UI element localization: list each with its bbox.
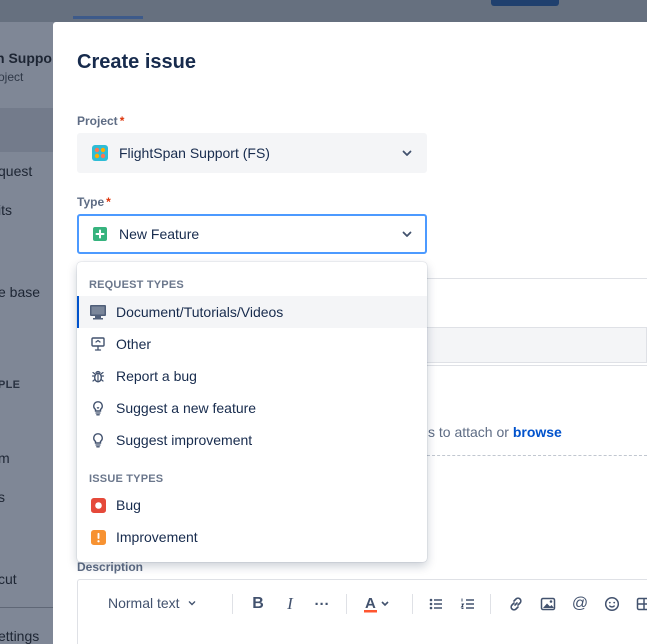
chevron-down-icon — [188, 601, 195, 606]
numbered-list-icon[interactable] — [458, 594, 478, 614]
menu-item-label: Report a bug — [116, 368, 197, 384]
menu-item-label: Suggest improvement — [116, 432, 253, 448]
italic-icon[interactable]: I — [280, 594, 300, 614]
table-icon[interactable] — [634, 594, 647, 614]
description-label: Description — [77, 560, 144, 574]
bold-icon[interactable]: B — [248, 594, 268, 614]
sidebar-item: its — [0, 202, 12, 218]
attachment-dropzone-border — [427, 455, 647, 456]
improvement-icon — [89, 528, 107, 546]
modal-title: Create issue — [77, 51, 196, 73]
type-dropdown-menu: REQUEST TYPES Document/Tutorials/Videos … — [77, 262, 427, 562]
bug-outline-icon — [89, 367, 107, 385]
lightbulb-icon — [89, 399, 107, 417]
sidebar-item: s — [0, 489, 5, 505]
menu-item-label: Improvement — [116, 529, 198, 545]
sidebar-project-name: n Suppo — [0, 50, 52, 66]
sidebar-item: cut — [0, 571, 17, 587]
type-select[interactable]: New Feature — [77, 214, 427, 254]
app-sidebar: n Suppo oject quest its e base PLE m s c… — [0, 22, 53, 644]
menu-item-bug[interactable]: Bug — [77, 489, 427, 521]
svg-text:A: A — [365, 595, 376, 612]
group-heading-request-types: REQUEST TYPES — [89, 279, 184, 291]
mention-icon[interactable]: @ — [570, 594, 590, 614]
sidebar-active-item — [0, 108, 53, 152]
sidebar-divider — [0, 607, 53, 608]
sidebar-item: ettings — [0, 628, 40, 644]
presentation-icon — [89, 335, 107, 353]
project-select[interactable]: FlightSpan Support (FS) — [77, 133, 427, 173]
menu-item-label: Document/Tutorials/Videos — [116, 304, 284, 320]
link-icon[interactable] — [506, 594, 526, 614]
required-mark: * — [106, 195, 111, 209]
editor-toolbar: Normal text B I ··· A @ — [78, 580, 647, 628]
project-avatar-icon — [91, 144, 109, 162]
bullet-list-icon[interactable] — [426, 594, 446, 614]
sidebar-item: e base — [0, 284, 41, 300]
menu-item-report-a-bug[interactable]: Report a bug — [77, 360, 427, 392]
description-editor[interactable]: Normal text B I ··· A @ — [77, 579, 647, 644]
field-divider — [427, 365, 647, 366]
toolbar-separator — [232, 594, 233, 614]
sidebar-section-caption: PLE — [0, 379, 21, 391]
group-heading-issue-types: ISSUE TYPES — [89, 473, 164, 485]
menu-item-improvement[interactable]: Improvement — [77, 521, 427, 553]
type-value: New Feature — [119, 226, 200, 242]
sidebar-project-subtitle: oject — [0, 70, 24, 84]
new-feature-icon — [91, 225, 109, 243]
text-style-label: Normal text — [108, 595, 180, 611]
chevron-down-icon — [402, 231, 412, 237]
emoji-icon[interactable] — [602, 594, 622, 614]
toolbar-separator — [490, 594, 491, 614]
menu-item-document-tutorials-videos[interactable]: Document/Tutorials/Videos — [77, 296, 427, 328]
sidebar-item: m — [0, 450, 10, 466]
menu-item-suggest-improvement[interactable]: Suggest improvement — [77, 424, 427, 456]
menu-item-other[interactable]: Other — [77, 328, 427, 360]
menu-item-label: Suggest a new feature — [116, 400, 257, 416]
menu-item-label: Bug — [116, 497, 141, 513]
app-active-tab-indicator — [73, 16, 143, 19]
attachment-dropzone-text: s to attach or browse — [428, 424, 562, 440]
browse-link[interactable]: browse — [513, 424, 562, 440]
summary-input[interactable] — [427, 327, 647, 363]
summary-field-border — [427, 278, 647, 279]
text-color-icon[interactable]: A — [362, 594, 394, 614]
bug-icon — [89, 496, 107, 514]
type-label: Type * — [77, 195, 111, 209]
lightbulb-icon — [89, 431, 107, 449]
monitor-icon — [89, 303, 107, 321]
toolbar-separator — [412, 594, 413, 614]
project-value: FlightSpan Support (FS) — [119, 145, 270, 161]
required-mark: * — [119, 114, 125, 128]
project-label: Project * — [77, 114, 125, 128]
image-icon[interactable] — [538, 594, 558, 614]
toolbar-separator — [346, 594, 347, 614]
text-style-dropdown[interactable]: Normal text — [108, 595, 198, 611]
menu-item-suggest-a-new-feature[interactable]: Suggest a new feature — [77, 392, 427, 424]
app-top-button — [491, 0, 559, 6]
sidebar-item: quest — [0, 163, 33, 179]
menu-item-label: Other — [116, 336, 152, 352]
chevron-down-icon — [402, 150, 412, 156]
more-icon[interactable]: ··· — [312, 594, 332, 614]
